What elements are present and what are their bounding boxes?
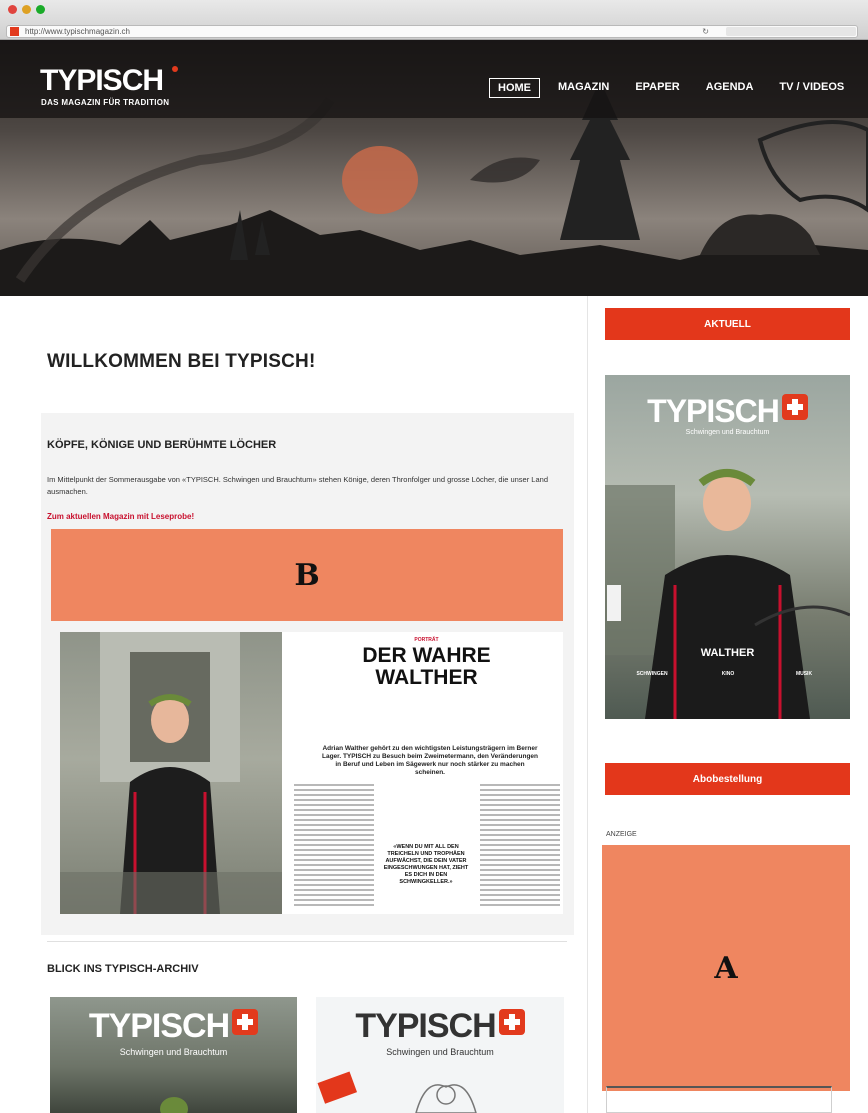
cover-logo: TYPISCH (605, 393, 850, 430)
cover-teaser-1: SCHWINGEN (636, 671, 668, 677)
spread-article: PORTRÄT DER WAHRE WALTHER Adrian Walther… (290, 632, 563, 914)
main-nav: HOME MAGAZIN EPAPER AGENDA TV / VIDEOS (489, 78, 862, 98)
browser-chrome: http://www.typischmagazin.ch ↻ (0, 0, 868, 40)
magazine-preview-link[interactable]: Zum aktuellen Magazin mit Leseprobe! (47, 512, 194, 521)
magazine-spread-image[interactable]: PORTRÄT DER WAHRE WALTHER Adrian Walther… (60, 632, 563, 914)
aktuell-button[interactable]: AKTUELL (605, 308, 850, 340)
article-columns: «WENN DU MIT ALL DEN TREICHELN UND TROPH… (290, 784, 563, 914)
current-issue-cover[interactable]: TYPISCH Schwingen und Brauchtum WALTHER … (605, 375, 850, 719)
article-lead: Adrian Walther gehört zu den wichtigsten… (322, 745, 538, 776)
cover-subtitle: Schwingen und Brauchtum (685, 429, 770, 436)
sidebar-box (606, 1086, 832, 1113)
site-tagline: DAS MAGAZIN FÜR TRADITION (41, 98, 170, 107)
swiss-cross-icon (781, 394, 808, 420)
minimize-window-button[interactable] (22, 5, 31, 14)
feature-title: KÖPFE, KÖNIGE UND BERÜHMTE LÖCHER (47, 439, 277, 451)
address-bar-url: http://www.typischmagazin.ch (25, 27, 130, 36)
archive-title: BLICK INS TYPISCH-ARCHIV (47, 963, 199, 975)
cover-teaser-3: MUSIK (795, 671, 813, 677)
cover-headline: WALTHER (700, 647, 755, 659)
article-kicker: PORTRÄT (414, 637, 439, 643)
favicon-icon (10, 27, 19, 36)
article-headline-line-2: WALTHER (375, 666, 478, 689)
article-headline: DER WAHRE WALTHER (290, 645, 563, 689)
content-column: WILLKOMMEN BEI TYPISCH! KÖPFE, KÖNIGE UN… (0, 296, 588, 1113)
nav-item-epaper[interactable]: EPAPER (627, 78, 687, 98)
nav-item-agenda[interactable]: AGENDA (698, 78, 762, 98)
main-content: WILLKOMMEN BEI TYPISCH! KÖPFE, KÖNIGE UN… (0, 296, 868, 1113)
site-logo[interactable]: TYPISCH (40, 64, 164, 98)
logo-dot-icon (172, 66, 178, 72)
window-controls (8, 5, 45, 14)
sidebar: AKTUELL TYPISCH Schwingen und Brauchtum … (589, 296, 868, 1113)
portrait-illustration (60, 632, 282, 914)
close-window-button[interactable] (8, 5, 17, 14)
article-headline-line-1: DER WAHRE (362, 644, 491, 667)
archive-cover-2-photo (317, 1071, 477, 1113)
search-field[interactable] (726, 27, 856, 36)
cover-teaser-2: KINO (721, 671, 735, 677)
archive-cover-2[interactable]: TYPISCH Schwingen und Brauchtum (316, 997, 564, 1113)
abo-order-button[interactable]: Abobestellung (605, 763, 850, 795)
redaction-box-a: A (602, 845, 850, 1091)
reload-icon[interactable]: ↻ (702, 26, 709, 37)
nav-item-tv-videos[interactable]: TV / VIDEOS (771, 78, 852, 98)
zoom-window-button[interactable] (36, 5, 45, 14)
section-divider (47, 941, 567, 942)
nav-item-home[interactable]: HOME (489, 78, 540, 98)
article-column-left (294, 784, 374, 909)
archive-cover-1-photo (160, 1097, 188, 1113)
page-title: WILLKOMMEN BEI TYPISCH! (47, 351, 316, 372)
archive-cover-1[interactable]: TYPISCH Schwingen und Brauchtum (50, 997, 297, 1113)
nav-item-magazin[interactable]: MAGAZIN (550, 78, 617, 98)
redaction-box-b: B (51, 529, 563, 621)
article-quote: «WENN DU MIT ALL DEN TREICHELN UND TROPH… (383, 844, 469, 885)
hero-header: TYPISCH DAS MAGAZIN FÜR TRADITION HOME M… (0, 40, 868, 296)
article-column-right (480, 784, 560, 909)
feature-text: Im Mittelpunkt der Sommerausgabe von «TY… (47, 475, 548, 496)
spread-photo (60, 632, 282, 914)
ad-label: ANZEIGE (606, 831, 637, 838)
